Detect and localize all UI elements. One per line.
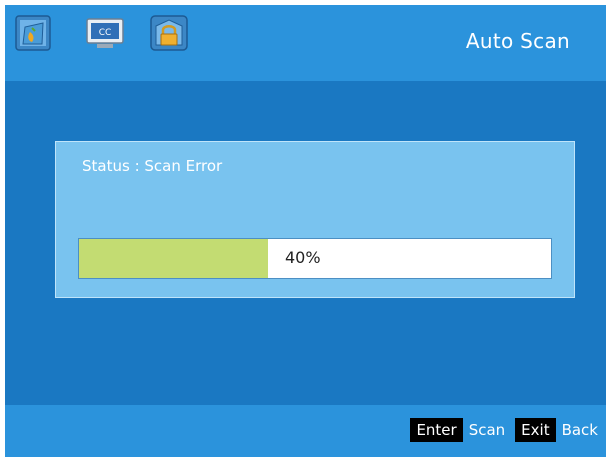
top-menu-bar: CC Auto Scan: [5, 5, 606, 81]
bottom-hint-bar: Enter Scan Exit Back: [5, 405, 606, 457]
progress-fill: [79, 239, 268, 278]
enter-key-badge[interactable]: Enter: [410, 418, 463, 442]
closed-caption-icon-label: CC: [99, 28, 112, 38]
lock-icon[interactable]: [150, 15, 188, 51]
scan-status-dialog: Status : Scan Error 40%: [55, 141, 575, 298]
exit-key-action: Back: [561, 421, 598, 439]
closed-caption-icon[interactable]: CC: [85, 15, 124, 51]
enter-key-action: Scan: [468, 421, 506, 439]
key-hints: Enter Scan Exit Back: [410, 416, 598, 444]
auto-scan-screen: CC Auto Scan Status : Scan Error 40% Ent…: [5, 5, 606, 457]
scan-progress-bar: 40%: [78, 238, 552, 279]
picture-icon[interactable]: [15, 15, 51, 51]
page-title: Auto Scan: [465, 29, 570, 53]
exit-key-badge[interactable]: Exit: [515, 418, 556, 442]
progress-percent-label: 40%: [285, 248, 321, 267]
status-text: Status : Scan Error: [82, 157, 223, 175]
